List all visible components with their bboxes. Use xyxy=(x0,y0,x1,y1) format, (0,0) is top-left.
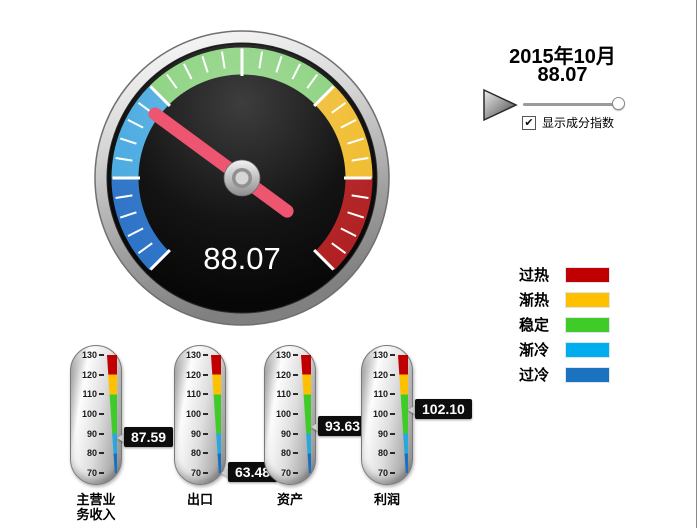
gauge-value: 88.07 xyxy=(203,241,281,276)
scale-label: 100 xyxy=(81,409,97,419)
scale-tick xyxy=(99,452,104,455)
scale-label: 110 xyxy=(276,389,291,400)
scale-tick xyxy=(203,432,208,435)
scale-tick xyxy=(203,413,208,415)
scale-tick xyxy=(390,452,395,455)
thermometer-title: 出口 xyxy=(186,492,213,507)
scale-tick xyxy=(99,373,104,376)
scale-tick xyxy=(293,393,298,396)
scale-tick xyxy=(293,452,298,455)
scale-tick xyxy=(293,472,298,474)
thermometer-title: 资产 xyxy=(276,492,303,507)
scale-label: 130 xyxy=(372,350,388,360)
legend-swatch xyxy=(565,316,610,333)
show-components-checkbox[interactable]: ✔ 显示成分指数 xyxy=(522,114,614,130)
scale-label: 90 xyxy=(280,428,291,439)
scale-tick xyxy=(390,472,395,474)
scale-label: 80 xyxy=(280,448,291,459)
legend-swatch xyxy=(565,266,610,283)
scale-tick xyxy=(293,413,298,415)
scale-label: 120 xyxy=(372,369,388,380)
thermometer-4: 130 120 110 100 90 80 70 102.10 利润 xyxy=(361,345,481,525)
scale-label: 110 xyxy=(82,389,97,400)
scale-label: 120 xyxy=(275,369,291,380)
legend-swatch xyxy=(565,341,610,358)
thermometer-title: 主营业 务收入 xyxy=(76,492,116,522)
scale-tick xyxy=(293,354,298,356)
legend-row: 稳定 xyxy=(519,312,610,337)
scale-tick xyxy=(293,373,298,376)
scale-label: 80 xyxy=(190,448,201,459)
legend-row: 过热 xyxy=(519,262,610,287)
scale-label: 70 xyxy=(377,468,388,478)
scale-label: 100 xyxy=(275,409,291,419)
zone-legend: 过热渐热稳定渐冷过冷 xyxy=(519,262,610,387)
scale-tick xyxy=(390,432,395,435)
play-button[interactable] xyxy=(482,88,519,122)
scale-label: 110 xyxy=(186,389,201,400)
scale-label: 130 xyxy=(81,350,97,360)
scale-tick xyxy=(390,354,395,356)
scale-label: 90 xyxy=(86,428,97,439)
legend-row: 渐冷 xyxy=(519,337,610,362)
scale-label: 70 xyxy=(280,468,291,478)
scale-label: 80 xyxy=(377,448,388,459)
legend-swatch xyxy=(565,291,610,308)
play-icon xyxy=(483,88,518,122)
scale-label: 110 xyxy=(373,389,388,400)
window-border xyxy=(696,0,697,528)
value-label: 102.10 xyxy=(415,398,472,419)
checkbox-icon[interactable]: ✔ xyxy=(522,115,536,130)
scale-label: 90 xyxy=(190,428,201,439)
legend-label: 过热 xyxy=(519,267,550,284)
scale-label: 70 xyxy=(190,468,201,478)
scale-tick xyxy=(293,432,298,435)
legend-label: 渐冷 xyxy=(519,342,550,359)
main-index-gauge: 88.07 xyxy=(92,28,392,328)
scale-label: 80 xyxy=(86,448,97,459)
scale-tick xyxy=(203,472,208,474)
gauge-hub-center xyxy=(235,171,249,185)
scale-tick xyxy=(390,393,395,396)
controls-panel: 2015年10月 88.07 ✔ 显示成分指数 xyxy=(470,40,655,140)
legend-swatch xyxy=(565,366,610,383)
scale-label: 100 xyxy=(372,409,388,419)
scale-tick xyxy=(203,373,208,376)
scale-label: 100 xyxy=(185,409,201,419)
scale-tick xyxy=(203,393,208,396)
scale-label: 130 xyxy=(275,350,291,360)
legend-label: 过冷 xyxy=(519,367,550,384)
legend-label: 稳定 xyxy=(519,317,550,334)
scale-tick xyxy=(99,472,104,474)
thermometer-title: 利润 xyxy=(373,492,400,507)
scale-label: 120 xyxy=(81,369,97,380)
time-slider[interactable] xyxy=(523,96,625,112)
scale-tick xyxy=(390,373,395,376)
period-value: 88.07 xyxy=(537,64,588,86)
economic-index-dashboard: 88.07 2015年10月 88.07 ✔ 显示成分指数 过热 渐热 稳定 渐冷 过冷 … xyxy=(0,0,700,528)
slider-track[interactable] xyxy=(523,103,623,106)
slider-handle[interactable] xyxy=(612,97,625,110)
value-label: 87.59 xyxy=(124,427,174,448)
scale-tick xyxy=(99,413,104,415)
value-label: 93.63 xyxy=(318,415,368,436)
legend-label: 渐热 xyxy=(519,292,550,309)
scale-tick xyxy=(203,354,208,356)
scale-tick xyxy=(99,432,104,435)
legend-row: 过冷 xyxy=(519,362,610,387)
scale-tick xyxy=(99,354,104,356)
scale-tick xyxy=(99,393,104,396)
scale-label: 90 xyxy=(377,428,388,439)
scale-label: 130 xyxy=(185,350,201,360)
legend-row: 渐热 xyxy=(519,287,610,312)
checkbox-label: 显示成分指数 xyxy=(542,116,615,131)
scale-tick xyxy=(390,413,395,415)
scale-tick xyxy=(203,452,208,455)
scale-label: 70 xyxy=(86,468,97,478)
scale-label: 120 xyxy=(185,369,201,380)
